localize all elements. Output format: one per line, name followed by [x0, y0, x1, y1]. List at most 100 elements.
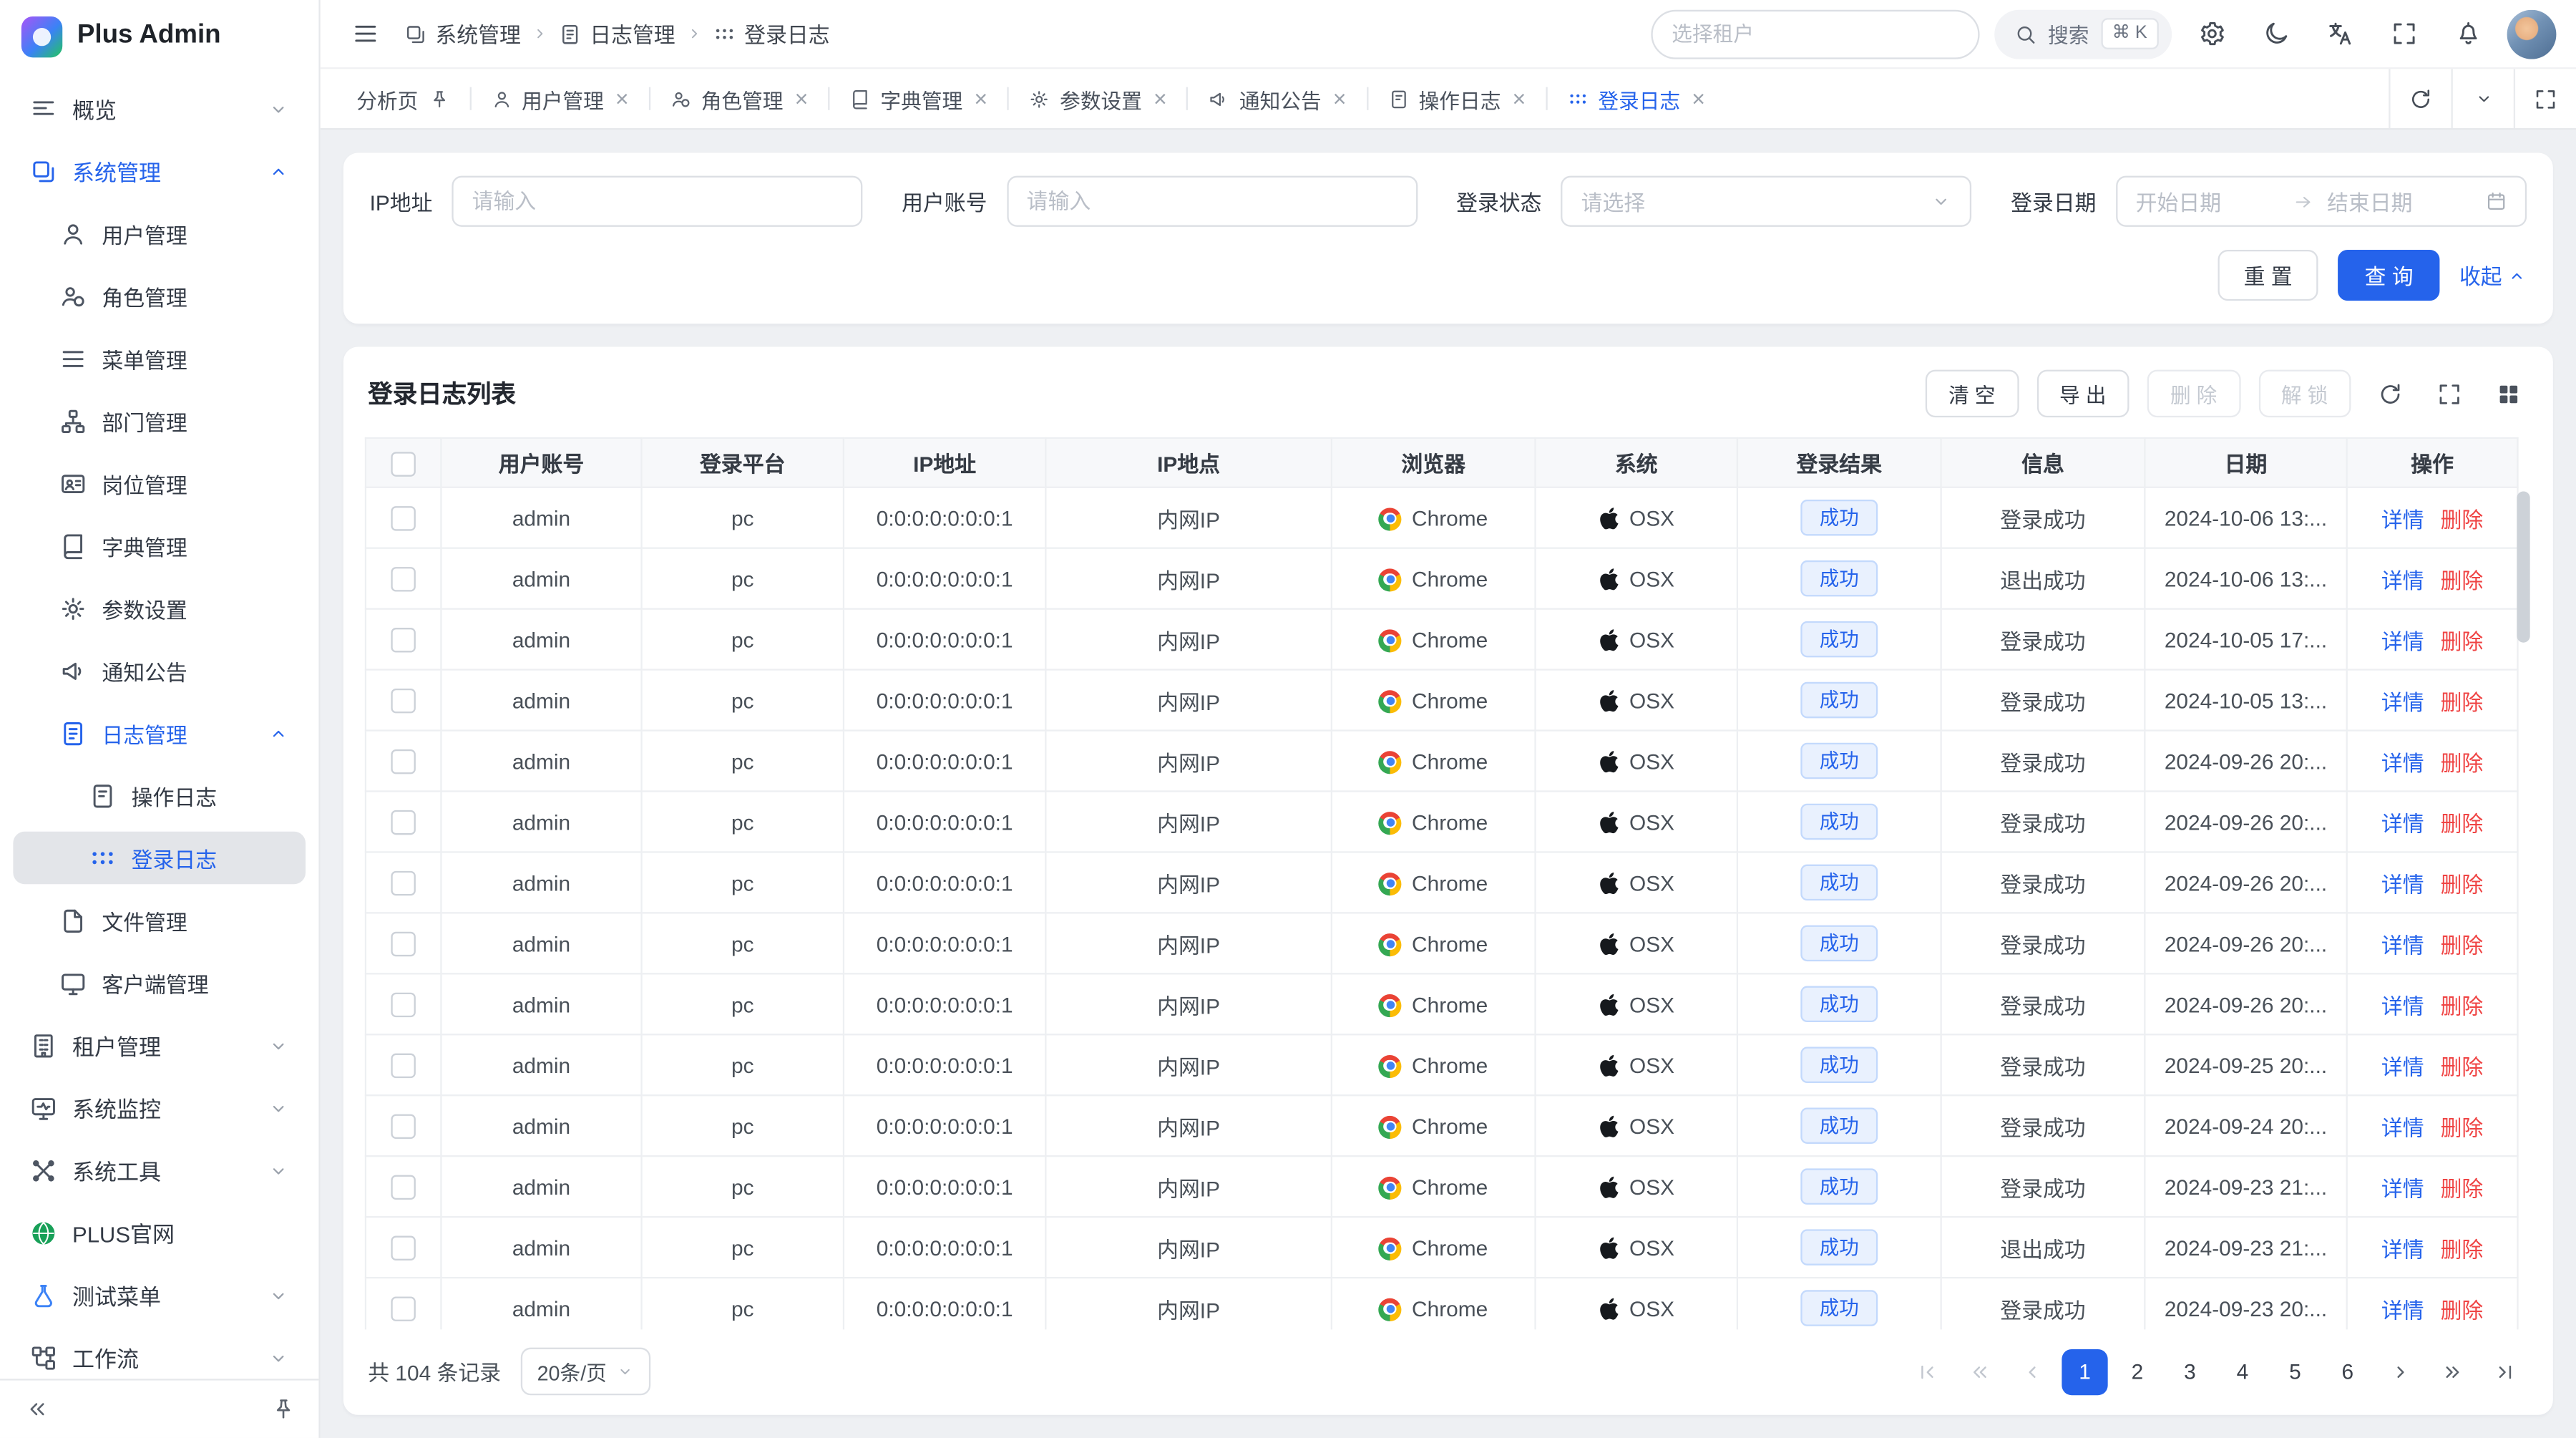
row-checkbox[interactable]: [391, 689, 415, 713]
row-checkbox[interactable]: [391, 1297, 415, 1321]
detail-link[interactable]: 详情: [2381, 1298, 2424, 1322]
fullscreen-button[interactable]: [2379, 9, 2428, 59]
login-date-range[interactable]: 开始日期结束日期: [2116, 176, 2527, 227]
first-page-button[interactable]: [1904, 1349, 1950, 1394]
sidebar-item-param-settings[interactable]: 参数设置: [13, 582, 306, 634]
sidebar-item-workflow[interactable]: 工作流: [13, 1331, 306, 1379]
close-tab-icon[interactable]: ×: [615, 87, 629, 110]
row-checkbox[interactable]: [391, 628, 415, 652]
refresh-page-button[interactable]: [2389, 69, 2451, 128]
page-6-button[interactable]: 6: [2325, 1349, 2371, 1394]
sidebar-item-dept-management[interactable]: 部门管理: [13, 394, 306, 447]
user-account-input[interactable]: [1007, 176, 1418, 227]
prev-page-button[interactable]: [2009, 1349, 2055, 1394]
delete-link[interactable]: 删除: [2441, 994, 2484, 1018]
delete-button[interactable]: 删 除: [2147, 370, 2240, 418]
row-checkbox[interactable]: [391, 932, 415, 956]
delete-link[interactable]: 删除: [2441, 689, 2484, 714]
tab-param-settings[interactable]: 参数设置×: [1009, 69, 1186, 128]
sidebar-item-operation-log[interactable]: 操作日志: [13, 769, 306, 821]
scrollbar-thumb[interactable]: [2516, 491, 2529, 642]
detail-link[interactable]: 详情: [2381, 994, 2424, 1018]
global-search[interactable]: 搜索 ⌘ K: [1994, 9, 2172, 59]
page-5-button[interactable]: 5: [2272, 1349, 2318, 1394]
tenant-select[interactable]: [1650, 9, 1979, 59]
detail-link[interactable]: 详情: [2381, 1054, 2424, 1079]
detail-link[interactable]: 详情: [2381, 750, 2424, 774]
sidebar-item-log-management[interactable]: 日志管理: [13, 706, 306, 759]
tab-dict-management[interactable]: 字典管理×: [829, 69, 1007, 128]
detail-link[interactable]: 详情: [2381, 628, 2424, 653]
next-5-pages-button[interactable]: [2430, 1349, 2476, 1394]
sidebar-item-plus-website[interactable]: PLUS官网: [13, 1206, 306, 1258]
sidebar-item-login-log[interactable]: 登录日志: [13, 832, 306, 884]
detail-link[interactable]: 详情: [2381, 568, 2424, 592]
sidebar-item-test-menu[interactable]: 测试菜单: [13, 1268, 306, 1321]
table-fullscreen-button[interactable]: [2428, 373, 2469, 414]
row-checkbox[interactable]: [391, 1175, 415, 1200]
breadcrumb-item[interactable]: 登录日志: [713, 18, 830, 49]
detail-link[interactable]: 详情: [2381, 689, 2424, 714]
sidebar-item-system-tools[interactable]: 系统工具: [13, 1144, 306, 1196]
refresh-table-button[interactable]: [2369, 373, 2410, 414]
delete-link[interactable]: 删除: [2441, 628, 2484, 653]
pin-sidebar-button[interactable]: [261, 1388, 304, 1431]
sidebar-item-tenant-management[interactable]: 租户管理: [13, 1019, 306, 1071]
detail-link[interactable]: 详情: [2381, 1176, 2424, 1200]
tab-analysis[interactable]: 分析页: [337, 69, 469, 128]
delete-link[interactable]: 删除: [2441, 750, 2484, 774]
export-button[interactable]: 导 出: [2036, 370, 2129, 418]
row-checkbox[interactable]: [391, 810, 415, 835]
tab-role-management[interactable]: 角色管理×: [650, 69, 828, 128]
tab-operation-log[interactable]: 操作日志×: [1367, 69, 1545, 128]
tab-notice[interactable]: 通知公告×: [1189, 69, 1366, 128]
breadcrumb-item[interactable]: 日志管理: [559, 18, 675, 49]
notifications-button[interactable]: [2443, 9, 2492, 59]
toggle-menu-button[interactable]: [340, 9, 389, 59]
sidebar-item-role-management[interactable]: 角色管理: [13, 270, 306, 322]
page-size-select[interactable]: 20条/页: [521, 1348, 651, 1396]
delete-link[interactable]: 删除: [2441, 1115, 2484, 1140]
next-page-button[interactable]: [2377, 1349, 2423, 1394]
close-tab-icon[interactable]: ×: [974, 87, 987, 110]
settings-button[interactable]: [2187, 9, 2236, 59]
row-checkbox[interactable]: [391, 749, 415, 774]
sidebar-item-system-monitor[interactable]: 系统监控: [13, 1082, 306, 1134]
delete-link[interactable]: 删除: [2441, 1298, 2484, 1322]
row-checkbox[interactable]: [391, 993, 415, 1017]
tab-user-management[interactable]: 用户管理×: [471, 69, 648, 128]
delete-link[interactable]: 删除: [2441, 872, 2484, 896]
sidebar-item-post-management[interactable]: 岗位管理: [13, 457, 306, 509]
select-all-checkbox[interactable]: [391, 451, 415, 475]
page-3-button[interactable]: 3: [2167, 1349, 2212, 1394]
close-tab-icon[interactable]: ×: [1333, 87, 1347, 110]
sidebar-item-system-management[interactable]: 系统管理: [13, 145, 306, 197]
row-checkbox[interactable]: [391, 506, 415, 530]
page-2-button[interactable]: 2: [2114, 1349, 2160, 1394]
delete-link[interactable]: 删除: [2441, 1176, 2484, 1200]
page-1-button[interactable]: 1: [2062, 1349, 2107, 1394]
delete-link[interactable]: 删除: [2441, 507, 2484, 531]
close-tab-icon[interactable]: ×: [1692, 87, 1705, 110]
dark-mode-button[interactable]: [2250, 9, 2300, 59]
sidebar-item-menu-management[interactable]: 菜单管理: [13, 332, 306, 384]
delete-link[interactable]: 删除: [2441, 568, 2484, 592]
ip-address-input[interactable]: [452, 176, 863, 227]
collapse-sidebar-button[interactable]: [15, 1388, 58, 1431]
tab-login-log[interactable]: 登录日志×: [1547, 69, 1724, 128]
row-checkbox[interactable]: [391, 871, 415, 895]
avatar[interactable]: [2507, 9, 2557, 59]
sidebar-item-notice[interactable]: 通知公告: [13, 644, 306, 696]
row-checkbox[interactable]: [391, 1054, 415, 1078]
tenant-select-input[interactable]: [1672, 22, 1957, 45]
delete-link[interactable]: 删除: [2441, 811, 2484, 835]
sidebar-item-dict-management[interactable]: 字典管理: [13, 520, 306, 572]
collapse-filter-link[interactable]: 收起: [2459, 260, 2527, 291]
delete-link[interactable]: 删除: [2441, 1054, 2484, 1079]
detail-link[interactable]: 详情: [2381, 1115, 2424, 1140]
breadcrumb-item[interactable]: 系统管理: [404, 18, 521, 49]
sidebar-item-user-management[interactable]: 用户管理: [13, 207, 306, 259]
page-4-button[interactable]: 4: [2220, 1349, 2265, 1394]
sidebar-item-overview[interactable]: 概览: [13, 82, 306, 135]
clear-button[interactable]: 清 空: [1926, 370, 2019, 418]
